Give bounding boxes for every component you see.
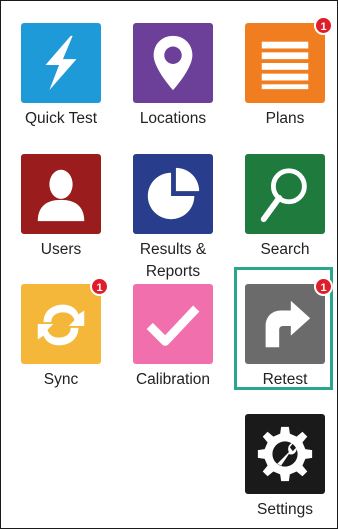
sync-tile[interactable]: 1 Sync	[15, 277, 109, 391]
search-label: Search	[260, 241, 310, 258]
results-reports-tile[interactable]: Results & Reports	[127, 154, 219, 283]
plans-label: Plans	[265, 110, 305, 127]
settings-tile[interactable]: Settings	[239, 414, 331, 521]
search-tile[interactable]: Search	[239, 154, 331, 261]
sync-label: Sync	[43, 371, 79, 388]
retest-button[interactable]: 1	[245, 277, 333, 364]
user-icon	[37, 169, 85, 222]
calibration-tile[interactable]: Calibration	[127, 284, 219, 391]
plans-badge: 1	[314, 16, 333, 35]
location-pin-icon	[153, 35, 193, 91]
list-icon	[261, 41, 309, 90]
lightning-icon	[45, 35, 77, 91]
users-tile[interactable]: Users	[15, 154, 107, 261]
retest-tile[interactable]: 1 Retest	[239, 277, 333, 391]
results-reports-button[interactable]	[133, 154, 213, 234]
retest-label: Retest	[262, 371, 308, 388]
users-button[interactable]	[21, 154, 101, 234]
settings-label: Settings	[256, 501, 313, 518]
calibration-label: Calibration	[135, 371, 211, 388]
results-label-line1: Results &	[139, 241, 207, 258]
sync-button[interactable]: 1	[21, 277, 109, 364]
checkmark-icon	[146, 305, 200, 346]
redo-arrow-icon	[265, 300, 311, 348]
quick-test-tile[interactable]: Quick Test	[15, 23, 107, 130]
gear-wrench-icon	[257, 426, 313, 482]
pie-chart-icon	[147, 167, 200, 220]
quick-test-button[interactable]	[21, 23, 101, 103]
locations-label: Locations	[139, 110, 207, 127]
results-label-line2: Reports	[145, 263, 201, 280]
app-menu-grid: Quick Test Locations 1 Plans Users Resul…	[0, 0, 338, 529]
plans-button[interactable]: 1	[245, 16, 333, 103]
users-label: Users	[40, 241, 82, 258]
quick-test-label: Quick Test	[24, 110, 98, 127]
sync-icon	[37, 304, 85, 346]
magnifier-icon	[260, 168, 307, 223]
locations-tile[interactable]: Locations	[127, 23, 219, 130]
plans-tile[interactable]: 1 Plans	[239, 16, 333, 130]
search-button[interactable]	[245, 154, 325, 234]
results-reports-label: Results & Reports	[127, 239, 219, 283]
locations-button[interactable]	[133, 23, 213, 103]
calibration-button[interactable]	[133, 284, 213, 364]
retest-badge: 1	[314, 277, 333, 296]
settings-button[interactable]	[245, 414, 325, 494]
sync-badge: 1	[90, 277, 109, 296]
